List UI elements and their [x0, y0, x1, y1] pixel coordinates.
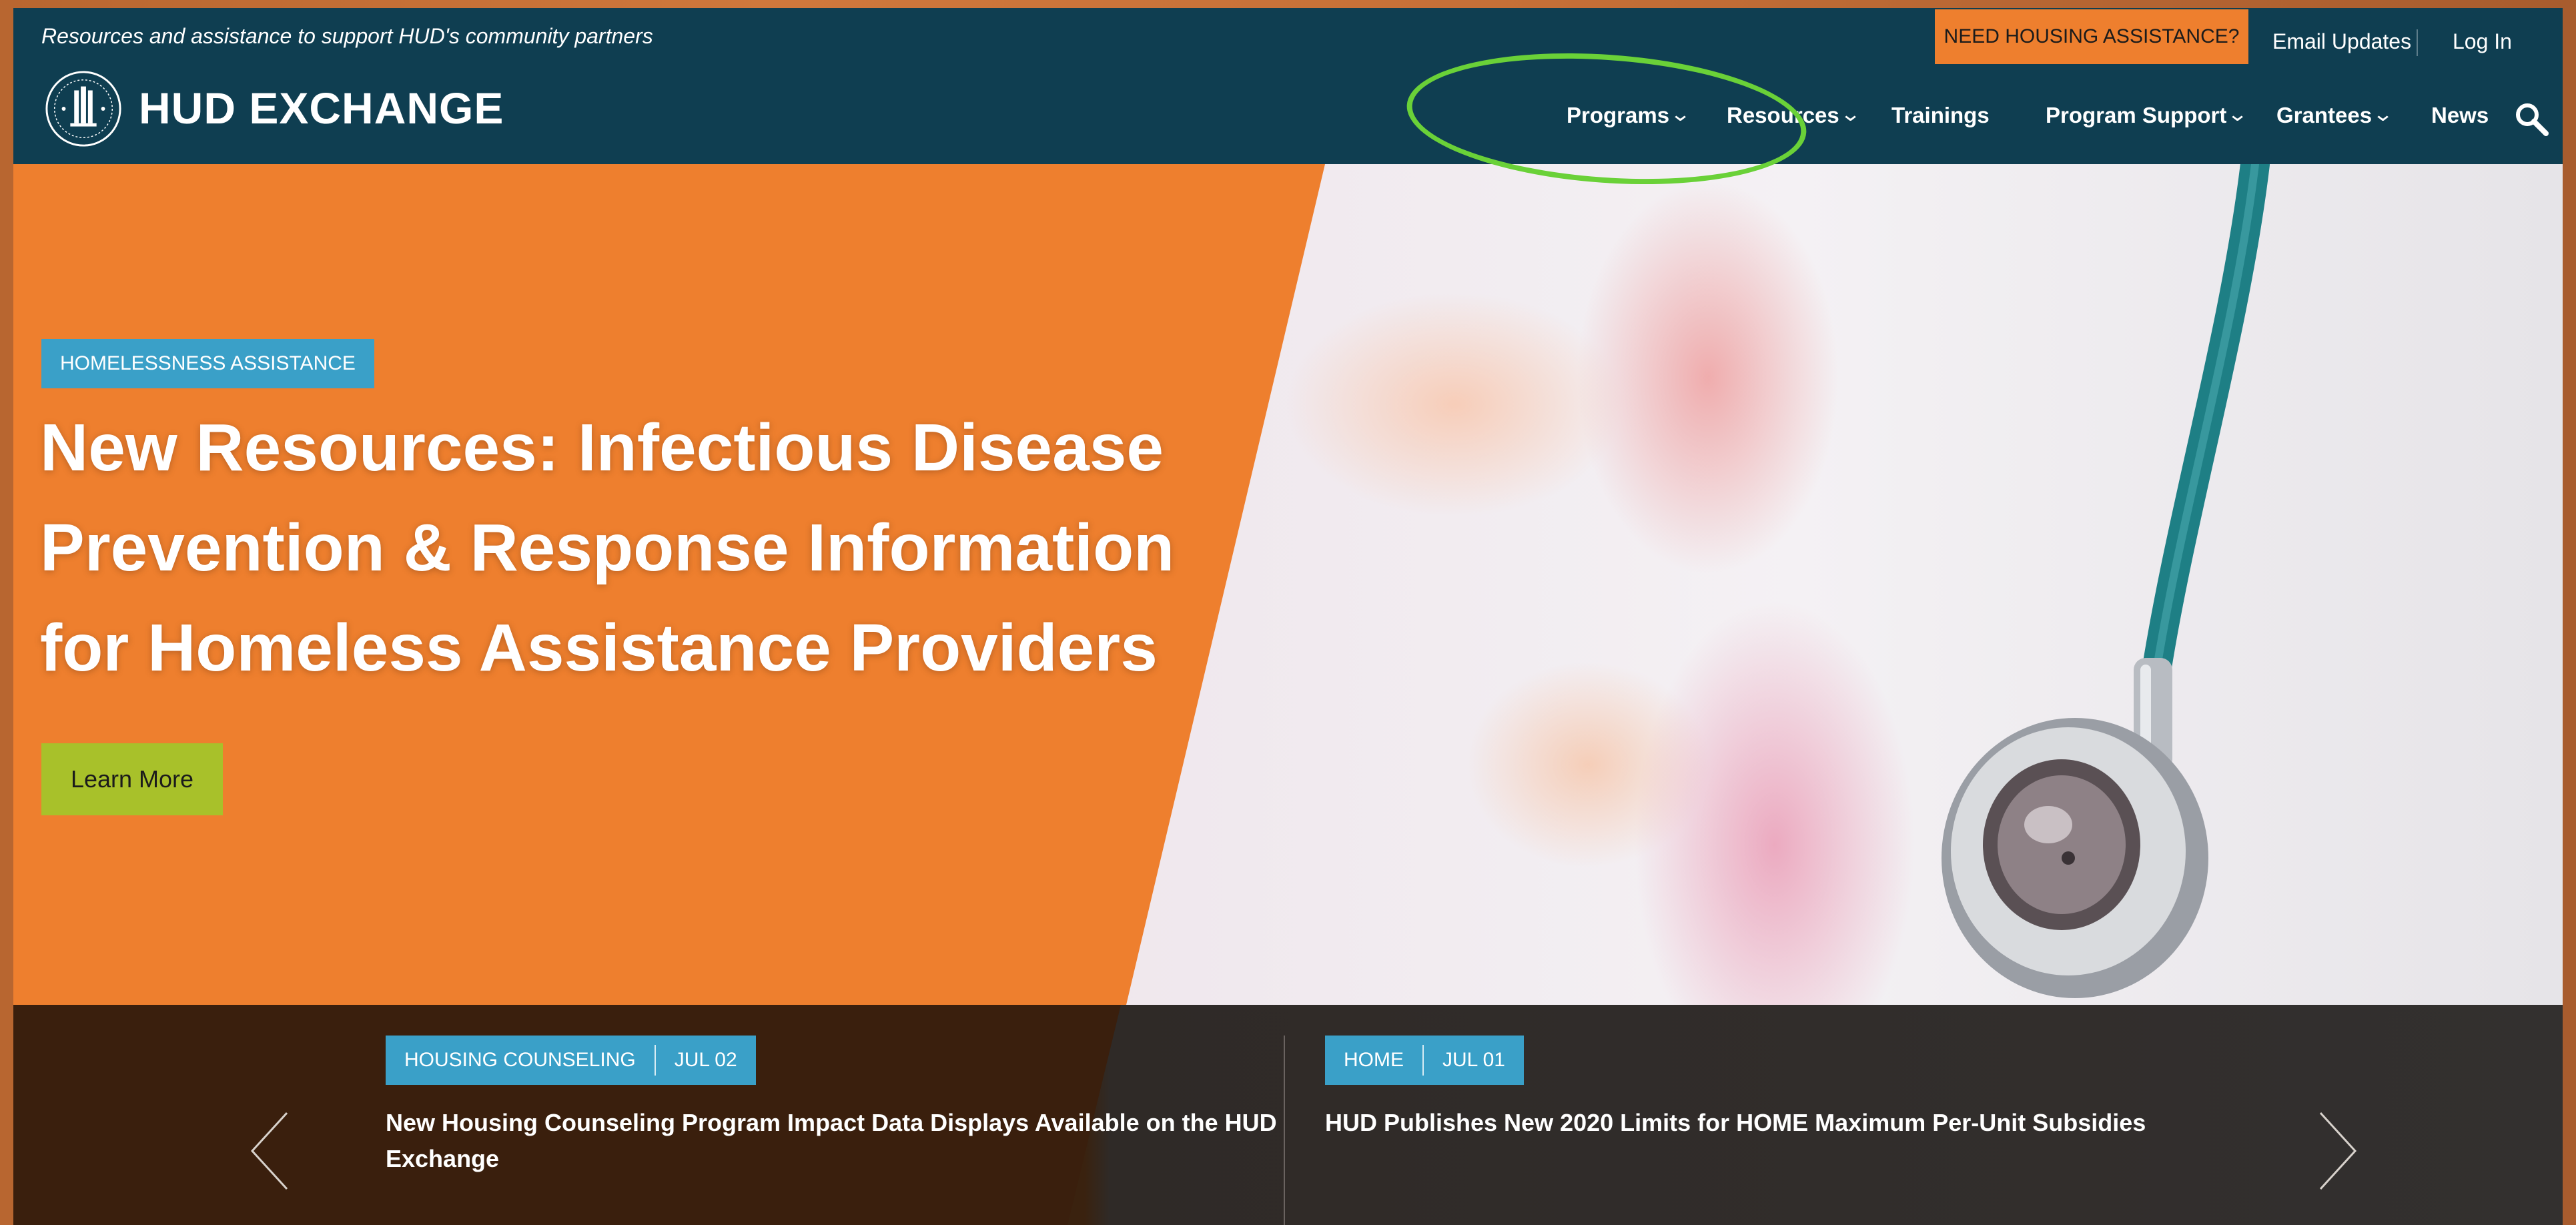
nav-item-grantees[interactable]: Grantees⌄	[2276, 103, 2394, 128]
chevron-down-icon: ⌄	[2372, 103, 2394, 125]
hero-title-line: New Resources: Infectious Disease	[40, 410, 1164, 485]
news-headline-line: Exchange	[386, 1145, 500, 1172]
nav-label: Trainings	[1891, 103, 1990, 127]
news-headline-line: New Housing Counseling Program Impact Da…	[386, 1109, 1277, 1136]
search-icon[interactable]	[2513, 100, 2550, 137]
news-tag[interactable]: HOUSING COUNSELING JUL 02	[386, 1036, 756, 1085]
log-in-link[interactable]: Log In	[2453, 29, 2512, 54]
hero-title[interactable]: New Resources: Infectious Disease Preven…	[40, 398, 1281, 698]
news-carousel: HOUSING COUNSELING JUL 02 New Housing Co…	[13, 1005, 2563, 1225]
arrow-right-icon[interactable]	[2308, 1108, 2362, 1194]
news-date: JUL 01	[1442, 1049, 1505, 1071]
news-tag[interactable]: HOME JUL 01	[1325, 1036, 1524, 1085]
nav-label: Grantees	[2276, 103, 2373, 127]
nav-item-program-support[interactable]: Program Support⌄	[2046, 103, 2249, 128]
nav-item-trainings[interactable]: Trainings	[1891, 103, 1990, 128]
hero-title-line: Prevention & Response Information	[40, 510, 1175, 585]
news-category: HOUSING COUNSELING	[404, 1049, 636, 1071]
tag-divider	[1422, 1045, 1424, 1076]
hero-banner: HOMELESSNESS ASSISTANCE New Resources: I…	[13, 164, 2563, 1005]
news-date: JUL 02	[674, 1049, 737, 1071]
news-headline[interactable]: HUD Publishes New 2020 Limits for HOME M…	[1325, 1105, 2146, 1141]
site-header: Resources and assistance to support HUD'…	[13, 8, 2563, 164]
email-updates-link[interactable]: Email Updates	[2272, 29, 2411, 54]
learn-more-button[interactable]: Learn More	[41, 743, 223, 815]
hero-title-line: for Homeless Assistance Providers	[40, 610, 1158, 685]
news-headline[interactable]: New Housing Counseling Program Impact Da…	[386, 1105, 1277, 1177]
nav-item-news[interactable]: News	[2431, 103, 2489, 128]
utility-divider	[2417, 29, 2418, 56]
chevron-down-icon: ⌄	[2226, 103, 2249, 125]
news-category: HOME	[1344, 1049, 1404, 1071]
need-housing-assistance-button[interactable]: NEED HOUSING ASSISTANCE?	[1935, 9, 2248, 64]
tag-divider	[654, 1045, 656, 1076]
news-headline-line: HUD Publishes New 2020 Limits for HOME M…	[1325, 1109, 2146, 1136]
hero-category-badge[interactable]: HOMELESSNESS ASSISTANCE	[41, 339, 374, 388]
news-divider	[1284, 1036, 1285, 1225]
chevron-down-icon: ⌄	[1839, 103, 1861, 125]
nav-label: News	[2431, 103, 2489, 127]
brand-name[interactable]: HUD EXCHANGE	[139, 83, 504, 133]
page: Resources and assistance to support HUD'…	[13, 8, 2563, 1225]
arrow-left-icon[interactable]	[246, 1108, 299, 1194]
hud-seal-icon[interactable]	[44, 69, 123, 148]
nav-label: Program Support	[2046, 103, 2227, 127]
site-tagline: Resources and assistance to support HUD'…	[41, 24, 653, 48]
